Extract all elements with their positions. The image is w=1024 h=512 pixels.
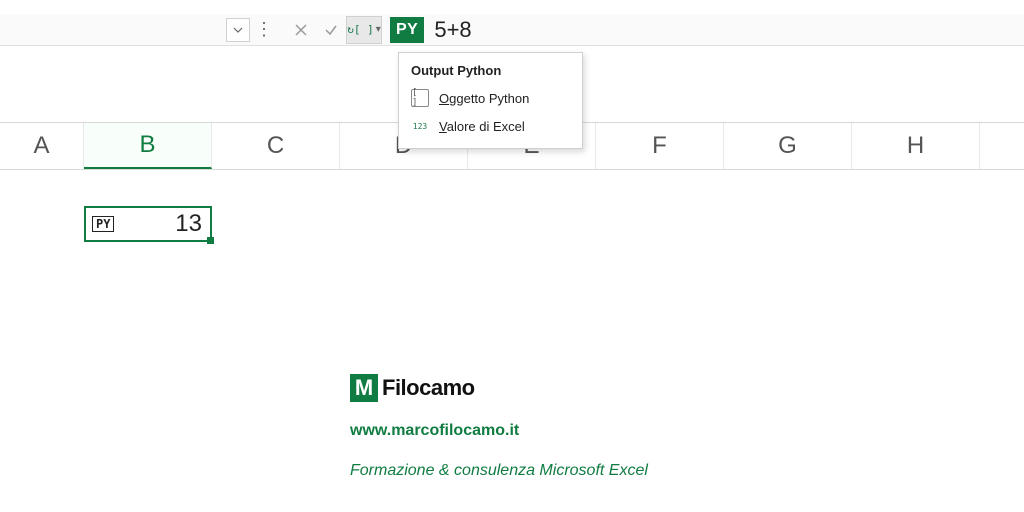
menu-item-excel-value[interactable]: 123 Valore di Excel — [399, 112, 582, 140]
cell-value: 13 — [175, 210, 202, 238]
menu-item-label: Oggetto Python — [439, 91, 529, 106]
cancel-button[interactable] — [286, 16, 316, 44]
check-icon — [324, 23, 338, 37]
menu-item-label: Valore di Excel — [439, 119, 525, 134]
brand-name: Filocamo — [382, 375, 475, 401]
brand-tagline: Formazione & consulenza Microsoft Excel — [350, 462, 648, 480]
selected-cell[interactable]: PY 13 — [84, 206, 212, 242]
menu-item-python-object[interactable]: [ ] Oggetto Python — [399, 84, 582, 112]
formula-bar: ⋮ ↻[ ] ▾ PY 5+8 — [0, 14, 1024, 46]
col-header[interactable]: A — [0, 123, 84, 169]
col-header[interactable]: H — [852, 123, 980, 169]
menu-title: Output Python — [399, 59, 582, 84]
enter-button[interactable] — [316, 16, 346, 44]
brand-block: M Filocamo www.marcofilocamo.it Formazio… — [350, 374, 648, 480]
excel-value-icon: 123 — [411, 117, 429, 135]
cell-python-tag: PY — [92, 216, 114, 232]
brand-logo: M Filocamo — [350, 374, 648, 402]
col-header[interactable]: G — [724, 123, 852, 169]
formula-bar-buttons: ↻[ ] ▾ — [280, 14, 388, 45]
brand-url: www.marcofilocamo.it — [350, 422, 648, 440]
python-object-icon: [ ] — [411, 89, 429, 107]
name-box-dropdown[interactable] — [226, 18, 250, 42]
col-header[interactable]: F — [596, 123, 724, 169]
formula-bar-more-button[interactable]: ⋮ — [254, 18, 274, 42]
spreadsheet-grid[interactable]: PY 13 M Filocamo www.marcofilocamo.it Fo… — [0, 170, 1024, 512]
col-header[interactable]: C — [212, 123, 340, 169]
chevron-down-icon: ▾ — [376, 24, 381, 35]
brand-logo-mark: M — [350, 374, 378, 402]
python-badge: PY — [390, 17, 424, 43]
python-output-dropdown[interactable]: ↻[ ] ▾ — [346, 16, 382, 44]
python-output-menu: Output Python [ ] Oggetto Python 123 Val… — [398, 52, 583, 149]
name-box-area: ⋮ — [0, 14, 280, 45]
python-output-icon: ↻[ ] — [347, 24, 374, 35]
col-header-selected[interactable]: B — [84, 123, 212, 169]
chevron-down-icon — [233, 25, 243, 35]
x-icon — [294, 23, 308, 37]
formula-input[interactable]: 5+8 — [424, 17, 471, 43]
